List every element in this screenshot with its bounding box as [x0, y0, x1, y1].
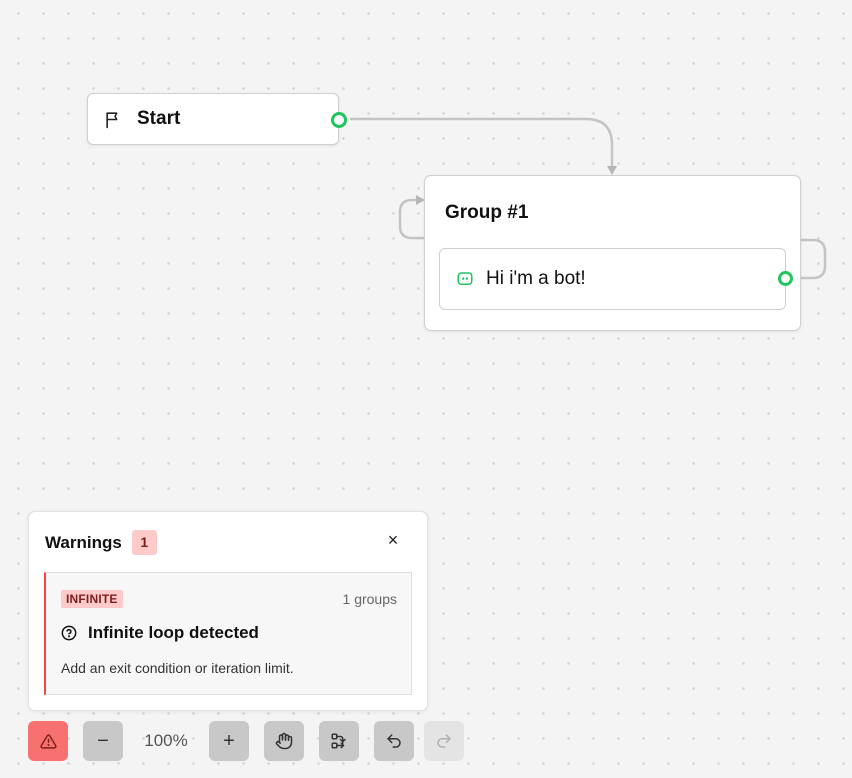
warning-message: Infinite loop detected: [88, 623, 259, 642]
undo-icon: [385, 732, 403, 750]
start-node-output-port[interactable]: [331, 112, 347, 128]
redo-icon: [435, 732, 453, 750]
block-text: Hi i'm a bot!: [486, 268, 586, 289]
close-button[interactable]: ×: [381, 528, 405, 552]
question-circle-icon: [61, 625, 77, 641]
edge-loop-outgoing[interactable]: [798, 238, 827, 280]
redo-button[interactable]: [424, 721, 464, 761]
undo-button[interactable]: [374, 721, 414, 761]
plus-icon: +: [223, 729, 235, 752]
warning-groups-count: 1 groups: [342, 591, 397, 607]
flag-icon: [104, 110, 123, 129]
warnings-toggle-button[interactable]: [28, 721, 68, 761]
edge-arrowhead: [607, 166, 617, 175]
start-node[interactable]: Start: [87, 93, 347, 145]
zoom-level: 100%: [144, 731, 188, 750]
zoom-out-button[interactable]: −: [83, 721, 123, 761]
group-node[interactable]: Group #1 Hi i'm a bot!: [424, 175, 801, 331]
edge-loop-incoming[interactable]: [398, 198, 424, 240]
warnings-count-badge: 1: [131, 530, 157, 555]
warnings-panel: Warnings 1 × INFINITE 1 groups Infinite …: [28, 511, 428, 711]
auto-layout-icon: [330, 732, 348, 750]
warning-message-row: Infinite loop detected: [61, 623, 259, 643]
start-node-label: Start: [137, 108, 181, 129]
warning-hint: Add an exit condition or iteration limit…: [61, 660, 294, 676]
flow-canvas[interactable]: Start Group #1 Hi i'm a bot! Warnings 1 …: [0, 0, 852, 778]
group-title[interactable]: Group #1: [445, 202, 528, 224]
zoom-in-button[interactable]: +: [209, 721, 249, 761]
chat-bubble-icon: [456, 270, 474, 288]
warnings-header: Warnings 1 ×: [45, 530, 411, 555]
text-bubble-block[interactable]: Hi i'm a bot!: [439, 248, 793, 310]
block-output-port[interactable]: [778, 271, 793, 286]
pan-mode-button[interactable]: [264, 721, 304, 761]
hand-icon: [275, 732, 293, 750]
warning-triangle-icon: [39, 733, 57, 750]
auto-layout-button[interactable]: [319, 721, 359, 761]
warning-type-badge: INFINITE: [61, 590, 123, 608]
canvas-toolbar: − 100% +: [28, 721, 464, 761]
warning-item[interactable]: INFINITE 1 groups Infinite loop detected…: [44, 572, 412, 695]
edge-start-to-group[interactable]: [350, 117, 614, 168]
minus-icon: −: [97, 729, 109, 752]
warnings-title: Warnings: [45, 532, 122, 552]
